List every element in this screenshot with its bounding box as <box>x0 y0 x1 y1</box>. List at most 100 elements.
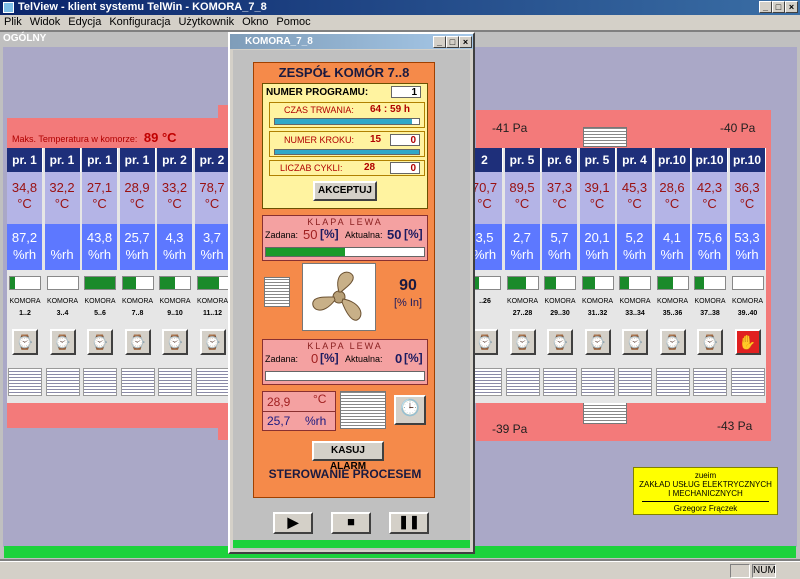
chamber-temp-value: 70,7 <box>471 180 498 195</box>
chamber-open-button[interactable]: ⌚ <box>584 329 611 355</box>
damper1-act-unit: [%] <box>404 227 423 241</box>
chamber-temp-unit: °C <box>477 196 492 211</box>
chamber-column: pr. 1 27,1 °C 43,8 %rh KOMORA 5..6 ⌚ <box>82 148 118 403</box>
chamber-hum-value: 5,2 <box>625 230 644 245</box>
fan-value: 90 <box>399 277 417 294</box>
chamber-open-button[interactable]: ⌚ <box>124 329 151 355</box>
chamber-trend <box>580 368 615 396</box>
chamber-temperature: 36,3 °C <box>729 172 766 224</box>
chamber-name: KOMORA <box>159 298 191 305</box>
chamber-hum-unit: %rh <box>162 247 187 262</box>
close-button[interactable]: × <box>785 1 798 13</box>
program-value[interactable]: 1 <box>391 86 421 98</box>
chamber-temp-value: 36,3 <box>734 180 760 195</box>
chamber-range: 9..10 <box>167 310 183 317</box>
accept-button[interactable]: AKCEPTUJ <box>313 181 377 201</box>
chamber-temp-unit: °C <box>17 196 32 211</box>
menu-edit[interactable]: Edycja <box>68 15 101 30</box>
menu-view[interactable]: Widok <box>30 15 61 30</box>
menu-help[interactable]: Pomoc <box>276 15 310 30</box>
chamber-name: KOMORA <box>196 298 229 305</box>
chamber-program: pr.10 <box>692 148 728 172</box>
menu-file[interactable]: Plik <box>4 15 22 30</box>
chamber-open-button[interactable]: ✋ <box>734 329 761 355</box>
clock-icon: ⌚ <box>476 334 494 350</box>
dialog-minimize-button[interactable]: _ <box>433 36 446 48</box>
menu-user[interactable]: Użytkownik <box>178 15 234 30</box>
menu-window[interactable]: Okno <box>242 15 268 30</box>
chamber-open-button[interactable]: ⌚ <box>49 329 76 355</box>
chamber-open-button[interactable]: ⌚ <box>697 329 723 355</box>
chamber-hum-unit: %rh <box>50 247 74 262</box>
chamber-open-button[interactable]: ⌚ <box>622 329 648 355</box>
dialog-clock-button[interactable]: 🕒 <box>394 395 426 425</box>
pause-button[interactable]: ❚❚ <box>389 512 429 534</box>
chamber-column: pr. 5 89,5 °C 2,7 %rh KOMORA 27..28 ⌚ <box>504 148 541 403</box>
chamber-humidity: 20,1 %rh <box>579 224 616 270</box>
sensor-grille <box>340 391 386 429</box>
chamber-trend <box>83 368 117 396</box>
cycles-value-input[interactable]: 0 <box>390 162 420 174</box>
chamber-temp-unit: °C <box>92 196 107 211</box>
company-line-1: zueim <box>694 471 717 480</box>
process-title: STEROWANIE PROCESEM <box>268 467 422 481</box>
climate-box: 28,9 °C 25,7 %rh <box>262 391 336 431</box>
chamber-label: KOMORA 11..12 <box>195 296 231 320</box>
clock-icon: ⌚ <box>166 334 184 350</box>
damper2-box: KLAPA LEWA Zadana: 0 [%] Aktualna: 0 [%] <box>262 339 428 385</box>
chamber-humidity: 5,2 %rh <box>617 224 653 270</box>
chamber-level-bar <box>544 276 576 290</box>
pause-icon: ❚❚ <box>398 514 420 529</box>
duration-bar <box>274 118 420 125</box>
minimize-button[interactable]: _ <box>759 1 772 13</box>
step-label: NUMER KROKU: <box>284 135 355 145</box>
dialog-close-button[interactable]: × <box>459 36 472 48</box>
clock-icon: ⌚ <box>663 334 682 350</box>
chamber-temp-value: 34,8 <box>11 180 38 195</box>
chamber-open-button[interactable]: ⌚ <box>659 329 686 355</box>
chamber-label: KOMORA 7..8 <box>120 296 156 320</box>
clock-icon: ⌚ <box>626 334 644 350</box>
chamber-humidity: %rh <box>44 224 81 270</box>
chamber-level-bar <box>9 276 41 290</box>
step-value-input[interactable]: 0 <box>390 134 420 146</box>
chamber-temp-unit: °C <box>204 196 220 211</box>
chamber-open-button[interactable]: ⌚ <box>162 329 188 355</box>
dialog-maximize-button[interactable]: □ <box>446 36 459 48</box>
chamber-level-bar <box>656 276 689 290</box>
cycles-label: LICZAB CYKLI: <box>280 163 343 173</box>
chamber-open-button[interactable]: ⌚ <box>547 329 573 355</box>
chamber-level-bar <box>694 276 726 290</box>
chamber-open-button[interactable]: ⌚ <box>199 329 226 355</box>
chamber-open-button[interactable]: ⌚ <box>472 329 498 355</box>
chamber-temp-unit: °C <box>627 196 642 211</box>
duration-value: 64 : 59 h <box>370 104 411 115</box>
fan-grille-top <box>583 127 627 147</box>
dialog-progress-strip <box>233 540 470 548</box>
chamber-program: pr. 1 <box>7 148 43 172</box>
pressure-top-2: -40 Pa <box>720 121 756 135</box>
chamber-range: 1..2 <box>19 310 31 317</box>
chamber-open-button[interactable]: ⌚ <box>12 329 38 355</box>
chamber-hum-unit: %rh <box>622 247 647 262</box>
restore-button[interactable]: □ <box>772 1 785 13</box>
fan-grille-bottom <box>583 402 627 424</box>
duration-box: CZAS TRWANIA: 64 : 59 h <box>269 102 425 128</box>
damper1-set-value: 50 <box>303 227 318 242</box>
chamber-open-button[interactable]: ⌚ <box>87 329 113 355</box>
chamber-temperature: 27,1 °C <box>82 172 118 224</box>
chamber-humidity: 4,1 %rh <box>654 224 691 270</box>
play-button[interactable]: ▶ <box>273 512 313 534</box>
reset-alarm-button[interactable]: KASUJ ALARM <box>312 441 384 472</box>
chamber-temp-unit: °C <box>702 196 717 211</box>
chamber-level-bar <box>506 276 539 290</box>
stop-button[interactable]: ■ <box>331 512 371 534</box>
max-temp-label: Maks. Temperatura w komorze: <box>12 134 138 144</box>
chamber-open-button[interactable]: ⌚ <box>509 329 536 355</box>
chamber-hum-value: 25,7 <box>124 230 150 245</box>
dialog-titlebar: KOMORA_7_8 _ □ × <box>230 34 473 49</box>
chamber-trend <box>158 368 192 396</box>
duration-label: CZAS TRWANIA: <box>284 105 354 115</box>
chamber-column: pr. 4 45,3 °C 5,2 %rh KOMORA 33..34 ⌚ <box>617 148 653 403</box>
menu-config[interactable]: Konfiguracja <box>109 15 170 30</box>
